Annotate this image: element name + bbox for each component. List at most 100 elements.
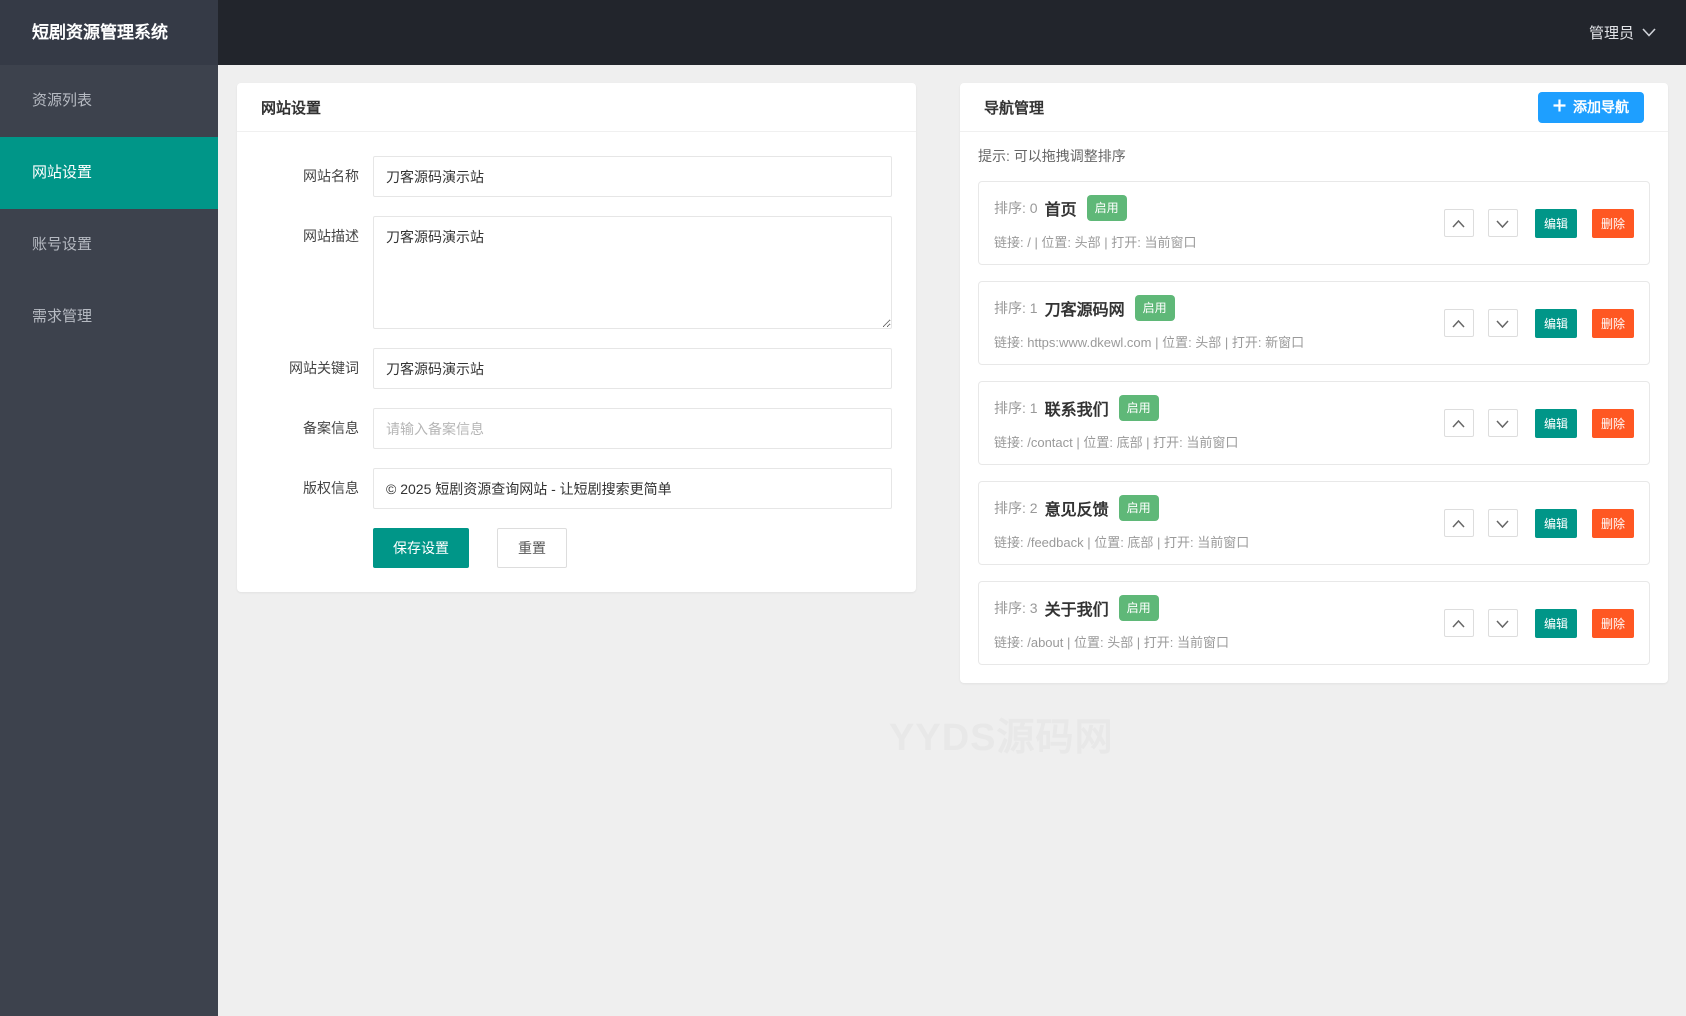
site-settings-card: 网站设置 网站名称 网站描述 刀客源码演示站 网站关键词 备案信息 版权信息 xyxy=(237,83,916,592)
chevron-down-icon xyxy=(1496,616,1510,631)
add-nav-button[interactable]: 添加导航 xyxy=(1538,91,1644,123)
nav-item-info: 排序: 1 刀客源码网 启用 链接: https:www.dkewl.com |… xyxy=(994,295,1304,351)
move-up-button[interactable] xyxy=(1443,509,1474,537)
nav-item-actions: 编辑 删除 xyxy=(1443,208,1634,238)
nav-item-actions: 编辑 删除 xyxy=(1443,308,1634,338)
sidebar-item-site-settings[interactable]: 网站设置 xyxy=(0,137,218,209)
chevron-down-icon xyxy=(1496,216,1510,231)
delete-button[interactable]: 删除 xyxy=(1591,308,1634,338)
nav-item-actions: 编辑 删除 xyxy=(1443,608,1634,638)
status-badge: 启用 xyxy=(1118,495,1159,521)
chevron-down-icon xyxy=(1496,316,1510,331)
nav-item-row[interactable]: 排序: 1 刀客源码网 启用 链接: https:www.dkewl.com |… xyxy=(978,281,1650,365)
edit-button[interactable]: 编辑 xyxy=(1534,208,1577,238)
user-menu-label: 管理员 xyxy=(1588,25,1634,42)
edit-button[interactable]: 编辑 xyxy=(1534,508,1577,538)
nav-item-meta: 链接: https:www.dkewl.com | 位置: 头部 | 打开: 新… xyxy=(994,335,1305,350)
nav-item-meta: 链接: /contact | 位置: 底部 | 打开: 当前窗口 xyxy=(994,435,1239,450)
save-settings-button[interactable]: 保存设置 xyxy=(373,528,469,568)
status-badge: 启用 xyxy=(1086,195,1127,221)
status-badge: 启用 xyxy=(1118,395,1159,421)
chevron-up-icon xyxy=(1452,316,1466,331)
sidebar-item-demand-management[interactable]: 需求管理 xyxy=(0,281,218,353)
site-keywords-input[interactable] xyxy=(373,348,892,389)
nav-list: 提示: 可以拖拽调整排序 排序: 0 首页 启用 链接: / | 位置: 头部 … xyxy=(960,132,1668,683)
nav-item-name: 首页 xyxy=(1044,202,1077,219)
move-down-button[interactable] xyxy=(1487,609,1518,637)
nav-item-info: 排序: 0 首页 启用 链接: / | 位置: 头部 | 打开: 当前窗口 xyxy=(994,195,1196,251)
nav-item-row[interactable]: 排序: 2 意见反馈 启用 链接: /feedback | 位置: 底部 | 打… xyxy=(978,481,1650,565)
sidebar: 短剧资源管理系统 资源列表 网站设置 账号设置 需求管理 xyxy=(0,0,218,1016)
move-down-button[interactable] xyxy=(1487,209,1518,237)
nav-item-actions: 编辑 删除 xyxy=(1443,408,1634,438)
nav-management-title: 导航管理 xyxy=(984,99,1045,117)
drag-hint: 提示: 可以拖拽调整排序 xyxy=(978,148,1126,164)
nav-management-header: 导航管理 添加导航 xyxy=(960,83,1668,132)
watermark: YYDS源码网 xyxy=(889,717,1114,759)
icp-input[interactable] xyxy=(373,408,892,449)
nav-sort-label: 排序: 3 xyxy=(994,600,1038,616)
edit-button[interactable]: 编辑 xyxy=(1534,308,1577,338)
edit-button[interactable]: 编辑 xyxy=(1534,408,1577,438)
chevron-up-icon xyxy=(1452,216,1466,231)
nav-item-row[interactable]: 排序: 0 首页 启用 链接: / | 位置: 头部 | 打开: 当前窗口 编辑… xyxy=(978,181,1650,265)
site-settings-title: 网站设置 xyxy=(261,99,322,117)
form-row-site-description: 网站描述 刀客源码演示站 xyxy=(261,216,892,329)
nav-item-actions: 编辑 删除 xyxy=(1443,508,1634,538)
form-row-copyright: 版权信息 xyxy=(261,468,892,509)
app-title: 短剧资源管理系统 xyxy=(0,0,218,65)
form-row-icp: 备案信息 xyxy=(261,408,892,449)
sidebar-item-account-settings[interactable]: 账号设置 xyxy=(0,209,218,281)
site-name-label: 网站名称 xyxy=(303,168,359,184)
delete-button[interactable]: 删除 xyxy=(1591,408,1634,438)
plus-icon xyxy=(1553,99,1566,115)
status-badge: 启用 xyxy=(1118,595,1159,621)
move-down-button[interactable] xyxy=(1487,409,1518,437)
nav-sort-label: 排序: 1 xyxy=(994,300,1038,316)
move-up-button[interactable] xyxy=(1443,209,1474,237)
add-nav-button-label: 添加导航 xyxy=(1573,99,1629,115)
nav-item-name: 刀客源码网 xyxy=(1044,302,1125,319)
chevron-up-icon xyxy=(1452,416,1466,431)
move-down-button[interactable] xyxy=(1487,509,1518,537)
edit-button[interactable]: 编辑 xyxy=(1534,608,1577,638)
sidebar-item-resources[interactable]: 资源列表 xyxy=(0,65,218,137)
nav-item-meta: 链接: /about | 位置: 头部 | 打开: 当前窗口 xyxy=(994,635,1230,650)
nav-sort-label: 排序: 1 xyxy=(994,400,1038,416)
nav-item-name: 意见反馈 xyxy=(1044,502,1109,519)
delete-button[interactable]: 删除 xyxy=(1591,208,1634,238)
nav-item-meta: 链接: /feedback | 位置: 底部 | 打开: 当前窗口 xyxy=(994,535,1250,550)
site-name-input[interactable] xyxy=(373,156,892,197)
chevron-down-icon xyxy=(1642,28,1656,37)
status-badge: 启用 xyxy=(1134,295,1175,321)
nav-item-name: 关于我们 xyxy=(1044,602,1109,619)
user-menu[interactable]: 管理员 xyxy=(1589,22,1656,43)
delete-button[interactable]: 删除 xyxy=(1591,508,1634,538)
site-keywords-label: 网站关键词 xyxy=(289,360,359,376)
site-description-textarea[interactable]: 刀客源码演示站 xyxy=(373,216,892,329)
delete-button[interactable]: 删除 xyxy=(1591,608,1634,638)
nav-item-info: 排序: 2 意见反馈 启用 链接: /feedback | 位置: 底部 | 打… xyxy=(994,495,1249,551)
chevron-up-icon xyxy=(1452,516,1466,531)
move-up-button[interactable] xyxy=(1443,409,1474,437)
nav-item-row[interactable]: 排序: 3 关于我们 启用 链接: /about | 位置: 头部 | 打开: … xyxy=(978,581,1650,665)
nav-item-info: 排序: 3 关于我们 启用 链接: /about | 位置: 头部 | 打开: … xyxy=(994,595,1229,651)
site-settings-form: 网站名称 网站描述 刀客源码演示站 网站关键词 备案信息 版权信息 保存设置 xyxy=(237,132,916,592)
icp-label: 备案信息 xyxy=(303,420,359,436)
move-down-button[interactable] xyxy=(1487,309,1518,337)
nav-management-card: 导航管理 添加导航 提示: 可以拖拽调整排序 排序: 0 首页 启用 链接: / xyxy=(960,83,1668,683)
reset-button[interactable]: 重置 xyxy=(497,528,567,568)
main-content: 网站设置 网站名称 网站描述 刀客源码演示站 网站关键词 备案信息 版权信息 xyxy=(218,0,1686,683)
move-up-button[interactable] xyxy=(1443,609,1474,637)
copyright-label: 版权信息 xyxy=(303,480,359,496)
copyright-input[interactable] xyxy=(373,468,892,509)
chevron-up-icon xyxy=(1452,616,1466,631)
site-description-label: 网站描述 xyxy=(303,228,359,244)
nav-sort-label: 排序: 0 xyxy=(994,200,1038,216)
topbar: 管理员 xyxy=(0,0,1686,65)
nav-item-row[interactable]: 排序: 1 联系我们 启用 链接: /contact | 位置: 底部 | 打开… xyxy=(978,381,1650,465)
nav-item-name: 联系我们 xyxy=(1044,402,1109,419)
form-row-site-name: 网站名称 xyxy=(261,156,892,197)
nav-sort-label: 排序: 2 xyxy=(994,500,1038,516)
move-up-button[interactable] xyxy=(1443,309,1474,337)
